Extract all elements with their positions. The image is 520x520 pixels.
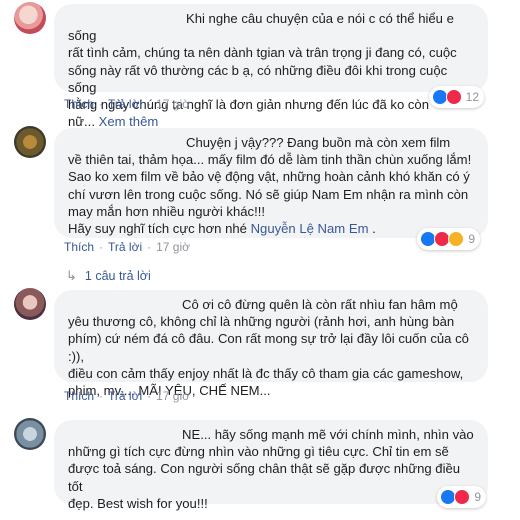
comment-bubble: Chuyện j vậy??? Đang buồn mà còn xem fil…: [54, 128, 488, 238]
like-link[interactable]: Thích: [64, 97, 94, 111]
reply-link[interactable]: Trả lời: [108, 97, 142, 111]
reply-link[interactable]: Trả lời: [108, 240, 142, 254]
view-replies-link[interactable]: ↳ 1 câu trả lời: [66, 268, 151, 284]
comment-bubble: Khi nghe câu chuyện của e nói c có thể h…: [54, 4, 488, 129]
avatar[interactable]: [14, 418, 46, 450]
timestamp[interactable]: 17 giờ: [156, 389, 190, 403]
timestamp[interactable]: 17 giờ: [156, 97, 190, 111]
comment-text: Khi nghe câu chuyện của e nói c có thể h…: [68, 11, 457, 130]
comment-actions: Thích · Trả lời · 17 giờ: [64, 97, 190, 111]
separator: ·: [99, 240, 104, 254]
love-icon: [445, 89, 462, 105]
separator: ·: [147, 97, 152, 111]
reply-link[interactable]: Trả lời: [108, 389, 142, 403]
avatar[interactable]: [14, 2, 46, 34]
reaction-summary[interactable]: 9: [417, 228, 480, 250]
reaction-count: 12: [465, 90, 479, 104]
separator: ·: [99, 97, 104, 111]
comment-text: NE... hãy sống mạnh mẽ với chính mình, n…: [68, 427, 474, 511]
like-link[interactable]: Thích: [64, 240, 94, 254]
avatar[interactable]: [14, 126, 46, 158]
timestamp[interactable]: 17 giờ: [156, 240, 190, 254]
reaction-count: 9: [474, 490, 481, 504]
separator: ·: [99, 389, 104, 403]
separator: ·: [147, 240, 152, 254]
comment-text-end: .: [368, 221, 376, 237]
comment-text: Cô ơi cô đừng quên là còn rất nhìu fan h…: [68, 297, 469, 399]
comment-actions: Thích · Trả lời · 17 giờ: [64, 389, 190, 403]
replies-count[interactable]: 1 câu trả lời: [85, 269, 151, 283]
reply-arrow-icon: ↳: [66, 268, 77, 283]
see-more-link[interactable]: Xem thêm: [99, 114, 159, 129]
comment-actions: Thích · Trả lời · 17 giờ: [64, 240, 190, 254]
love-icon: [454, 489, 471, 505]
avatar[interactable]: [14, 288, 46, 320]
reaction-summary[interactable]: 9: [437, 486, 486, 508]
comment-bubble: NE... hãy sống mạnh mẽ với chính mình, n…: [54, 420, 488, 511]
comment-bubble: Cô ơi cô đừng quên là còn rất nhìu fan h…: [54, 290, 488, 398]
reaction-count: 9: [468, 232, 475, 246]
like-link[interactable]: Thích: [64, 389, 94, 403]
haha-icon: [448, 231, 465, 247]
separator: ·: [147, 389, 152, 403]
reaction-summary[interactable]: 12: [428, 86, 484, 108]
mention-link[interactable]: Nguyễn Lệ Nam Em: [251, 221, 369, 236]
